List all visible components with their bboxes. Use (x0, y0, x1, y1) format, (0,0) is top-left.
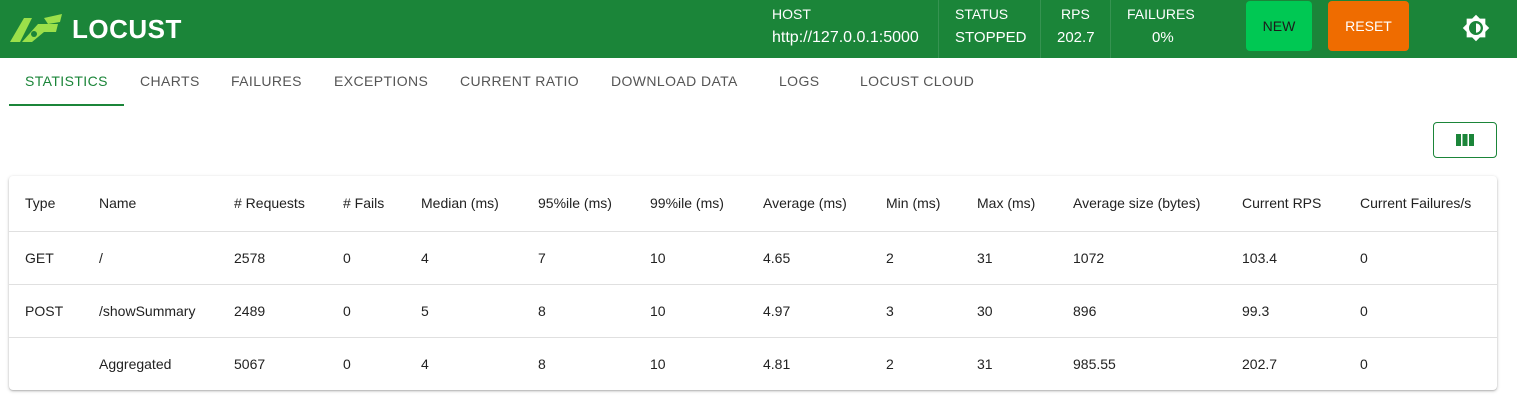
statistics-table: Type Name # Requests # Fails Median (ms)… (9, 176, 1497, 390)
table-cell: Aggregated (99, 355, 172, 372)
table-cell: 985.55 (1073, 355, 1116, 372)
column-header: # Fails (327, 176, 405, 232)
table-cell: 10 (634, 231, 747, 285)
table-cell: 7 (522, 231, 634, 285)
divider (938, 0, 939, 58)
table-row: GET / 2578 0 4 7 10 4.65 2 31 1072 103.4… (9, 231, 1497, 285)
table-cell: 0 (327, 231, 405, 285)
table-cell: 0 (1360, 355, 1368, 372)
table-header-row: Type Name # Requests # Fails Median (ms)… (9, 176, 1497, 232)
rps-value: 202.7 (1057, 29, 1095, 46)
table-cell: 0 (327, 284, 405, 338)
table-cell: 30 (961, 284, 1057, 338)
table-cell: 202.7 (1242, 355, 1278, 372)
logo-text: LOCUST (72, 13, 182, 44)
tab-failures[interactable]: FAILURES (231, 73, 302, 89)
table-cell: 8 (522, 284, 634, 338)
table-row-aggregated: Aggregated 5067 0 4 8 10 4.81 2 31 985.5… (9, 337, 1497, 390)
tab-statistics[interactable]: STATISTICS (25, 73, 108, 89)
table-cell: 0 (1344, 231, 1497, 285)
column-header: Type (9, 176, 83, 232)
tab-exceptions[interactable]: EXCEPTIONS (334, 73, 428, 89)
table-cell: 31 (977, 355, 993, 372)
status-stat: STATUS STOPPED (955, 0, 1040, 58)
failures-label: FAILURES (1127, 6, 1195, 22)
column-selector-button[interactable] (1433, 122, 1497, 158)
column-header: Current RPS (1226, 176, 1344, 232)
top-bar: LOCUST HOST http://127.0.0.1:5000 STATUS… (0, 0, 1517, 58)
table-cell: /showSummary (83, 284, 218, 338)
table-cell: 103.4 (1226, 231, 1344, 285)
table-cell: 2 (870, 231, 961, 285)
view-columns-icon (1456, 134, 1474, 146)
rps-label: RPS (1061, 6, 1090, 22)
divider (1040, 0, 1041, 58)
table-cell: 2489 (218, 284, 327, 338)
host-value: http://127.0.0.1:5000 (772, 29, 919, 46)
table-cell: 10 (634, 284, 747, 338)
table-cell: POST (9, 284, 83, 338)
table-cell: GET (9, 231, 83, 285)
locust-logo-icon (10, 14, 62, 42)
column-header: Name (83, 176, 218, 232)
column-header: # Requests (218, 176, 327, 232)
new-button[interactable]: NEW (1246, 1, 1312, 51)
host-label: HOST (772, 6, 811, 22)
tab-download-data[interactable]: DOWNLOAD DATA (611, 73, 738, 89)
table-cell: 3 (870, 284, 961, 338)
rps-stat: RPS 202.7 (1055, 0, 1110, 58)
column-header: Min (ms) (870, 176, 961, 232)
table-cell: 10 (650, 355, 666, 372)
table-cell: 4.97 (747, 284, 870, 338)
tab-logs[interactable]: LOGS (779, 73, 820, 89)
table-cell: 0 (1344, 284, 1497, 338)
failures-stat: FAILURES 0% (1127, 0, 1212, 58)
status-value: STOPPED (955, 29, 1027, 46)
table-cell: 1072 (1057, 231, 1226, 285)
column-header: 99%ile (ms) (634, 176, 747, 232)
failures-value: 0% (1152, 29, 1174, 46)
table-cell: 31 (961, 231, 1057, 285)
table-cell: 4.65 (747, 231, 870, 285)
column-header: Current Failures/s (1344, 176, 1497, 232)
table-cell: 896 (1057, 284, 1226, 338)
status-label: STATUS (955, 6, 1009, 22)
column-header: Max (ms) (961, 176, 1057, 232)
table-cell: 5067 (234, 355, 266, 372)
tab-locust-cloud[interactable]: LOCUST CLOUD (860, 73, 974, 89)
table-cell: 99.3 (1226, 284, 1344, 338)
column-header: Average size (bytes) (1057, 176, 1226, 232)
column-header: Median (ms) (405, 176, 522, 232)
table-cell: 4 (421, 355, 429, 372)
reset-button[interactable]: RESET (1328, 1, 1409, 51)
table-cell: 4.81 (763, 355, 791, 372)
table-cell: 2 (886, 355, 894, 372)
tab-charts[interactable]: CHARTS (140, 73, 200, 89)
table-cell: 8 (538, 355, 546, 372)
divider (1110, 0, 1111, 58)
table-cell: 5 (405, 284, 522, 338)
table-cell: 0 (343, 355, 351, 372)
table-cell: / (83, 231, 218, 285)
brightness-icon[interactable] (1462, 14, 1490, 42)
tab-bar: STATISTICS CHARTS FAILURES EXCEPTIONS CU… (0, 58, 1517, 106)
active-tab-indicator (9, 104, 124, 106)
locust-logo: LOCUST (8, 12, 182, 46)
host-stat: HOST http://127.0.0.1:5000 (772, 0, 938, 58)
tab-current-ratio[interactable]: CURRENT RATIO (460, 73, 579, 89)
table-cell (9, 337, 83, 390)
column-header: 95%ile (ms) (522, 176, 634, 232)
column-header: Average (ms) (747, 176, 870, 232)
table-row: POST /showSummary 2489 0 5 8 10 4.97 3 3… (9, 284, 1497, 338)
table-cell: 4 (405, 231, 522, 285)
table-cell: 2578 (218, 231, 327, 285)
statistics-table-card: Type Name # Requests # Fails Median (ms)… (9, 176, 1497, 390)
